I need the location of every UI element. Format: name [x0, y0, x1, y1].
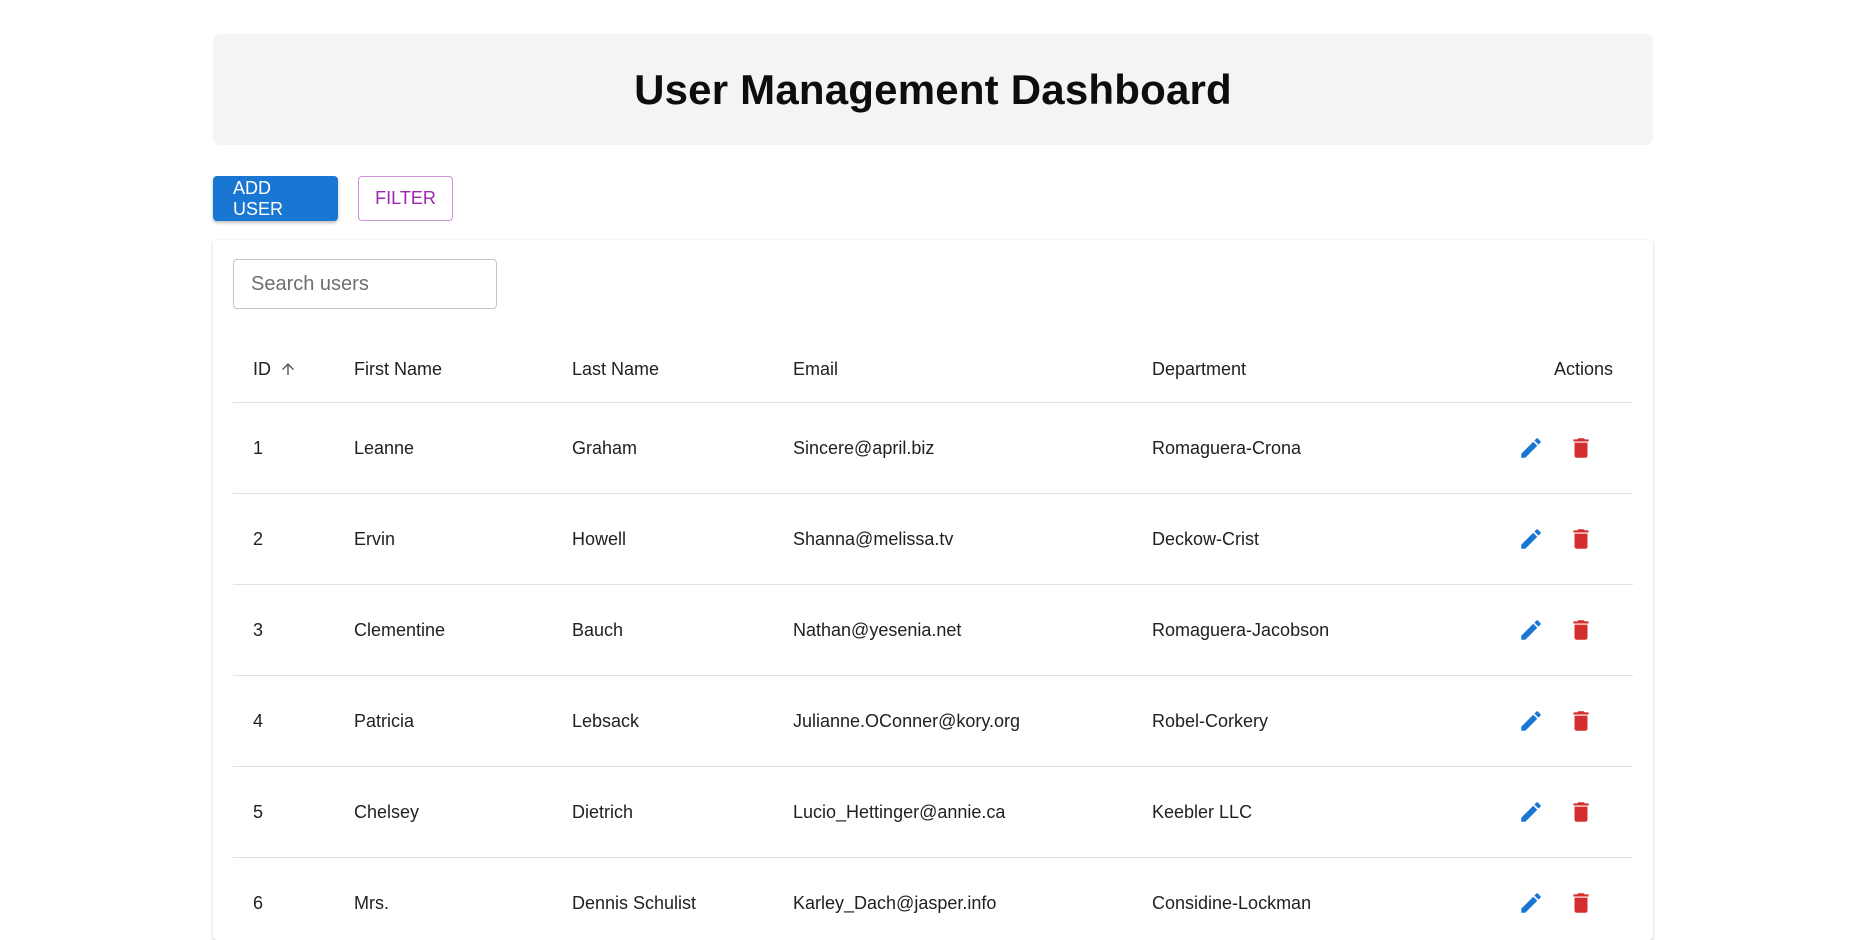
cell-last-name: Graham: [572, 437, 638, 458]
filter-button[interactable]: FILTER: [358, 176, 453, 221]
pencil-icon[interactable]: [1511, 883, 1551, 923]
cell-actions: [1452, 883, 1633, 923]
column-header-actions: Actions: [1553, 358, 1613, 379]
header-card: User Management Dashboard: [213, 34, 1653, 145]
table-row: 2 Ervin Howell Shanna@melissa.tv Deckow-Cris…: [233, 494, 1633, 585]
column-header-id[interactable]: ID: [233, 359, 354, 380]
table-row: 6 Mrs. Dennis Schulist Karley_Dach@jasper.i…: [233, 858, 1633, 940]
cell-last-name: Lebsack: [572, 710, 640, 731]
pencil-icon[interactable]: [1511, 701, 1551, 741]
users-table-card: ID First Name Last Name Email Department…: [213, 240, 1653, 940]
column-header-email[interactable]: Email: [793, 359, 1152, 380]
column-header-department[interactable]: Department: [1152, 359, 1452, 380]
toolbar: ADD USER FILTER: [213, 176, 1653, 221]
cell-department: Robel-Corkery: [1152, 710, 1269, 731]
trash-icon[interactable]: [1561, 428, 1601, 468]
search-input[interactable]: [234, 260, 496, 308]
users-table: ID First Name Last Name Email Department…: [233, 336, 1633, 940]
pencil-icon[interactable]: [1511, 610, 1551, 650]
trash-icon[interactable]: [1561, 701, 1601, 741]
cell-first-name: Clementine: [354, 619, 446, 640]
trash-icon[interactable]: [1561, 792, 1601, 832]
cell-last-name: Howell: [572, 528, 627, 549]
cell-email: Lucio_Hettinger@annie.ca: [793, 801, 1006, 822]
cell-department: Deckow-Crist: [1152, 528, 1260, 549]
cell-department: Romaguera-Jacobson: [1152, 619, 1330, 640]
cell-actions: [1452, 428, 1633, 468]
table-row: 3 Clementine Bauch Nathan@yesenia.net Romagu…: [233, 585, 1633, 676]
cell-email: Karley_Dach@jasper.info: [793, 892, 997, 913]
cell-actions: [1452, 610, 1633, 650]
pencil-icon[interactable]: [1511, 519, 1551, 559]
column-header-last-name[interactable]: Last Name: [572, 359, 793, 380]
table-row: 5 Chelsey Dietrich Lucio_Hettinger@annie.ca…: [233, 767, 1633, 858]
cell-first-name: Chelsey: [354, 801, 420, 822]
cell-first-name: Patricia: [354, 710, 415, 731]
page-title: User Management Dashboard: [634, 65, 1232, 113]
cell-id: 2: [253, 528, 264, 549]
cell-id: 1: [253, 437, 264, 458]
cell-last-name: Bauch: [572, 619, 624, 640]
cell-id: 3: [253, 619, 264, 640]
search-field[interactable]: [233, 259, 497, 309]
pencil-icon[interactable]: [1511, 792, 1551, 832]
add-user-button[interactable]: ADD USER: [213, 176, 338, 221]
table-body: 1 Leanne Graham Sincere@april.biz Romaguera-…: [233, 403, 1633, 940]
cell-department: Considine-Lockman: [1152, 892, 1312, 913]
cell-department: Keebler LLC: [1152, 801, 1253, 822]
cell-id: 6: [253, 892, 264, 913]
cell-email: Shanna@melissa.tv: [793, 528, 954, 549]
trash-icon[interactable]: [1561, 883, 1601, 923]
table-row: 4 Patricia Lebsack Julianne.OConner@kory.or…: [233, 676, 1633, 767]
column-header-first-name[interactable]: First Name: [354, 359, 572, 380]
column-header-id-label: ID: [253, 358, 271, 379]
cell-email: Julianne.OConner@kory.org: [793, 710, 1021, 731]
cell-first-name: Leanne: [354, 437, 415, 458]
table-header-row: ID First Name Last Name Email Department…: [233, 336, 1633, 403]
table-row: 1 Leanne Graham Sincere@april.biz Romaguera-…: [233, 403, 1633, 494]
cell-last-name: Dietrich: [572, 801, 634, 822]
cell-first-name: Mrs.: [354, 892, 389, 913]
cell-actions: [1452, 701, 1633, 741]
cell-id: 4: [253, 710, 264, 731]
cell-actions: [1452, 519, 1633, 559]
cell-first-name: Ervin: [354, 528, 396, 549]
cell-email: Nathan@yesenia.net: [793, 619, 962, 640]
trash-icon[interactable]: [1561, 519, 1601, 559]
cell-id: 5: [253, 801, 264, 822]
dashboard-container: User Management Dashboard ADD USER FILTE…: [213, 34, 1653, 940]
cell-email: Sincere@april.biz: [793, 437, 935, 458]
cell-actions: [1452, 792, 1633, 832]
cell-department: Romaguera-Crona: [1152, 437, 1302, 458]
pencil-icon[interactable]: [1511, 428, 1551, 468]
cell-last-name: Dennis Schulist: [572, 892, 697, 913]
trash-icon[interactable]: [1561, 610, 1601, 650]
arrow-up-icon[interactable]: [279, 360, 297, 378]
